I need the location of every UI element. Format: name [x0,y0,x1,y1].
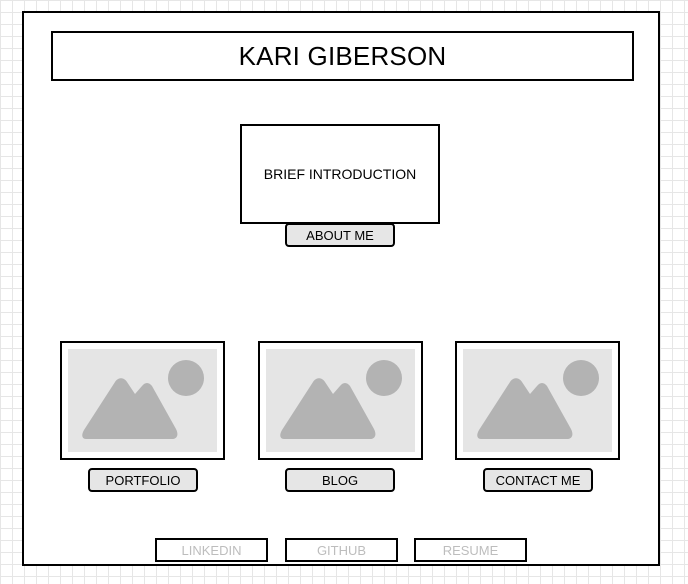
blog-image[interactable] [258,341,423,460]
resume-link[interactable]: RESUME [414,538,527,562]
contact-me-label: CONTACT ME [495,472,581,488]
linkedin-link[interactable]: LINKEDIN [155,538,268,562]
about-me-label: ABOUT ME [306,227,374,243]
github-link[interactable]: GITHUB [285,538,398,562]
image-placeholder-icon [463,349,612,452]
resume-label: RESUME [442,542,499,558]
github-label: GITHUB [316,542,367,558]
portfolio-image[interactable] [60,341,225,460]
portfolio-label: PORTFOLIO [105,472,181,488]
about-me-button[interactable]: ABOUT ME [285,223,395,247]
portfolio-button[interactable]: PORTFOLIO [88,468,198,492]
contact-image[interactable] [455,341,620,460]
image-placeholder-icon [266,349,415,452]
contact-me-button[interactable]: CONTACT ME [483,468,593,492]
intro-box: BRIEF INTRODUCTION [240,124,440,224]
page-title: KARI GIBERSON [238,40,447,71]
intro-text: BRIEF INTRODUCTION [263,166,417,182]
page-header: KARI GIBERSON [51,31,634,81]
image-placeholder-icon [68,349,217,452]
blog-button[interactable]: BLOG [285,468,395,492]
linkedin-label: LINKEDIN [181,542,242,558]
blog-label: BLOG [321,472,359,488]
